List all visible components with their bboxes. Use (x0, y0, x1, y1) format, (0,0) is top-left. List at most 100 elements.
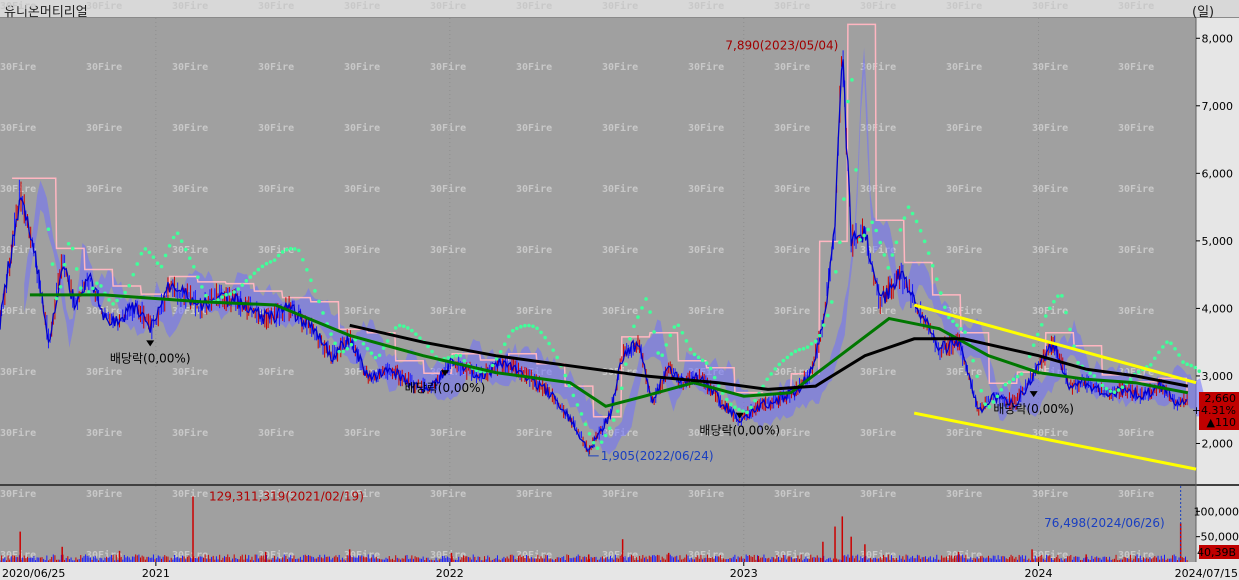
watermark-text: 30Fire (688, 183, 724, 195)
sar-dot (365, 346, 370, 351)
sar-dot (450, 355, 455, 359)
sar-dot (179, 239, 184, 243)
watermark-text: 30Fire (516, 244, 552, 256)
watermark-text: 30Fire (946, 244, 982, 256)
sar-dot (805, 345, 810, 349)
sar-dot (894, 240, 899, 245)
sar-dot (1064, 310, 1068, 315)
sar-dot (611, 418, 616, 422)
sar-dot (741, 409, 745, 413)
watermark-text: 30Fire (0, 305, 36, 317)
sar-dot (676, 323, 681, 328)
sar-dot (1056, 294, 1060, 298)
watermark-text: 30Fire (0, 183, 36, 195)
sar-dot (393, 326, 398, 330)
sar-dot (1003, 382, 1008, 387)
sar-dot (1116, 388, 1121, 392)
sar-dot (660, 353, 665, 358)
sar-dot (821, 323, 826, 328)
sar-dot (373, 355, 378, 360)
watermark-text: 30Fire (516, 427, 552, 439)
watermark-text: 30Fire (860, 488, 896, 500)
sar-dot (515, 326, 519, 331)
sar-dot (959, 327, 963, 331)
sar-dot (345, 346, 350, 351)
sar-dot (854, 168, 858, 172)
y-tick-label: 8,000 (1202, 32, 1234, 45)
sar-dot (232, 290, 236, 294)
sar-dot (1128, 377, 1133, 382)
sar-dot (276, 253, 281, 258)
watermark-text: 30Fire (0, 122, 36, 134)
sar-dot (252, 271, 257, 276)
sar-dot (652, 330, 656, 334)
sar-dot (628, 337, 632, 341)
sar-dot (1092, 374, 1097, 378)
y-tick-label: 2,000 (1202, 437, 1234, 450)
sar-dot (220, 295, 224, 299)
sar-dot (603, 433, 608, 438)
watermark-text: 30Fire (0, 0, 36, 12)
watermark-text: 30Fire (688, 122, 724, 134)
watermark-text: 30Fire (1032, 488, 1068, 500)
sar-dot (712, 375, 717, 380)
watermark-text: 30Fire (774, 488, 810, 500)
sar-dot (155, 261, 160, 265)
sar-dot (918, 228, 923, 233)
sar-dot (454, 353, 459, 358)
sar-dot (115, 298, 119, 303)
watermark-text: 30Fire (0, 61, 36, 73)
sar-dot (54, 296, 59, 301)
watermark-text: 30Fire (86, 183, 122, 195)
sar-dot (890, 253, 895, 257)
sar-dot (733, 405, 737, 410)
sar-dot (329, 332, 333, 336)
sar-dot (1185, 362, 1189, 366)
watermark-text: 30Fire (688, 61, 724, 73)
sar-dot (187, 256, 192, 261)
sar-dot (95, 281, 99, 286)
sar-dot (846, 99, 850, 104)
sar-dot (680, 330, 685, 335)
sar-dot (171, 235, 176, 240)
watermark-text: 30Fire (516, 122, 552, 134)
sar-dot (337, 349, 341, 354)
sar-dot (87, 290, 91, 294)
watermark-text: 30Fire (688, 488, 724, 500)
watermark-text: 30Fire (688, 0, 724, 12)
y-tick-label: 3,000 (1202, 370, 1234, 383)
watermark-text: 30Fire (602, 183, 638, 195)
watermark-text: 30Fire (516, 61, 552, 73)
sar-dot (1031, 343, 1036, 348)
sar-dot (317, 299, 321, 304)
watermark-text: 30Fire (516, 0, 552, 12)
sar-dot (1169, 341, 1173, 346)
sar-dot (341, 349, 346, 354)
watermark-text: 30Fire (1032, 0, 1068, 12)
sar-dot (829, 300, 834, 304)
watermark-text: 30Fire (172, 366, 208, 378)
sar-dot (769, 372, 774, 376)
sar-dot (430, 349, 434, 354)
sar-dot (1039, 322, 1044, 327)
sar-dot (1181, 360, 1185, 364)
sar-dot (987, 405, 992, 409)
sar-dot (579, 412, 584, 416)
sar-dot (620, 386, 624, 391)
sar-dot (288, 246, 293, 251)
y-tick-label: 7,000 (1202, 100, 1234, 113)
sar-dot (539, 330, 543, 335)
sar-dot (1015, 374, 1020, 379)
watermark-text: 30Fire (0, 488, 36, 500)
sar-dot (1161, 345, 1165, 349)
sar-dot (111, 302, 115, 306)
sar-dot (131, 272, 136, 277)
sar-dot (70, 246, 75, 251)
watermark-text: 30Fire (430, 122, 466, 134)
sar-dot (1052, 299, 1056, 304)
sar-dot (902, 216, 907, 220)
sar-dot (66, 242, 71, 246)
sar-dot (922, 239, 927, 244)
sar-dot (361, 342, 366, 346)
stock-chart[interactable]: 30Fire 30Fire 30Fire 30Fire 30Fire 30Fire 30Fi… (0, 0, 1239, 580)
